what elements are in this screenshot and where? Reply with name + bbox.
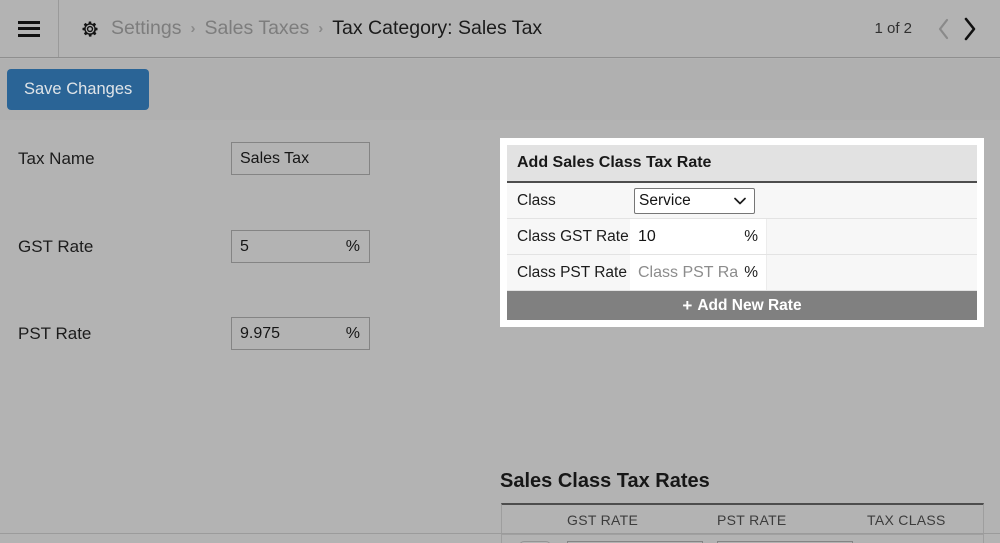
pst-rate-field[interactable]: % xyxy=(231,317,370,350)
class-gst-rate-input[interactable] xyxy=(630,219,766,254)
gear-icon xyxy=(82,21,98,37)
chevron-right-icon xyxy=(964,17,975,40)
pst-rate-input[interactable] xyxy=(232,318,369,349)
save-changes-button[interactable]: Save Changes xyxy=(7,69,150,110)
action-toolbar: Save Changes xyxy=(0,59,1000,120)
class-select[interactable]: Service xyxy=(634,187,755,214)
tax-name-field[interactable] xyxy=(231,142,370,175)
breadcrumb-separator: › xyxy=(190,20,196,37)
pst-rate-label: PST Rate xyxy=(18,323,92,343)
class-gst-rate-label: Class GST Rate xyxy=(517,227,629,245)
tax-name-label: Tax Name xyxy=(18,148,95,168)
gst-rate-label: GST Rate xyxy=(18,236,94,256)
next-record-button[interactable] xyxy=(956,14,982,44)
table-row: % % Tax exempt xyxy=(502,535,983,543)
breadcrumb-item-current: Tax Category: Sales Tax xyxy=(332,17,543,39)
hamburger-menu-button[interactable] xyxy=(0,0,59,57)
tax-name-input[interactable] xyxy=(232,143,369,174)
class-pst-rate-field[interactable]: % xyxy=(630,255,767,290)
class-select-wrapper: Service xyxy=(634,187,755,214)
table-header-tax-class: TAX CLASS xyxy=(867,511,946,528)
add-panel-row-class-pst-rate: Class PST Rate % xyxy=(507,255,977,291)
form-row-pst-rate: PST Rate % xyxy=(18,317,418,350)
class-gst-row-filler xyxy=(767,219,977,254)
hamburger-icon xyxy=(18,20,40,37)
breadcrumb-item-settings[interactable]: Settings xyxy=(111,17,181,40)
pager-count-label: 1 of 2 xyxy=(874,20,912,37)
main-content: Tax Name GST Rate % PST Rate % Add Sales… xyxy=(0,120,1000,543)
class-label: Class xyxy=(517,191,556,209)
sales-class-tax-rates-heading: Sales Class Tax Rates xyxy=(500,470,710,492)
add-panel-row-class: Class Service xyxy=(507,183,977,219)
table-header-gst-rate: GST RATE xyxy=(567,511,639,528)
form-row-tax-name: Tax Name xyxy=(18,142,418,175)
add-new-rate-button[interactable]: + Add New Rate xyxy=(507,291,977,320)
top-header-bar: Settings › Sales Taxes › Tax Category: S… xyxy=(0,0,1000,58)
class-pst-row-filler xyxy=(767,255,977,290)
class-row-filler xyxy=(767,183,977,218)
add-panel-row-class-gst-rate: Class GST Rate % xyxy=(507,219,977,255)
class-pst-rate-label: Class PST Rate xyxy=(517,263,627,281)
record-pager: 1 of 2 xyxy=(874,14,1000,44)
class-gst-rate-field[interactable]: % xyxy=(630,219,767,254)
form-row-gst-rate: GST Rate % xyxy=(18,230,418,263)
class-pst-rate-input[interactable] xyxy=(630,255,766,290)
sales-class-tax-rates-table: GST RATE PST RATE TAX CLASS % xyxy=(501,503,984,543)
gst-rate-field[interactable]: % xyxy=(231,230,370,263)
previous-record-button[interactable] xyxy=(930,14,956,44)
breadcrumb: Settings › Sales Taxes › Tax Category: S… xyxy=(59,17,874,40)
gst-rate-input[interactable] xyxy=(232,231,369,262)
table-header-pst-rate: PST RATE xyxy=(717,511,787,528)
add-panel-title: Add Sales Class Tax Rate xyxy=(507,145,977,183)
class-select-cell: Service xyxy=(630,183,767,218)
add-sales-class-tax-rate-panel: Add Sales Class Tax Rate Class Service C… xyxy=(500,138,984,327)
chevron-left-icon xyxy=(938,18,948,39)
breadcrumb-item-sales-taxes[interactable]: Sales Taxes xyxy=(204,17,309,40)
bottom-divider xyxy=(0,533,1000,534)
plus-icon: + xyxy=(682,296,693,315)
table-header-row: GST RATE PST RATE TAX CLASS xyxy=(502,505,983,535)
breadcrumb-separator: › xyxy=(318,20,324,37)
add-new-rate-label: Add New Rate xyxy=(697,296,802,314)
